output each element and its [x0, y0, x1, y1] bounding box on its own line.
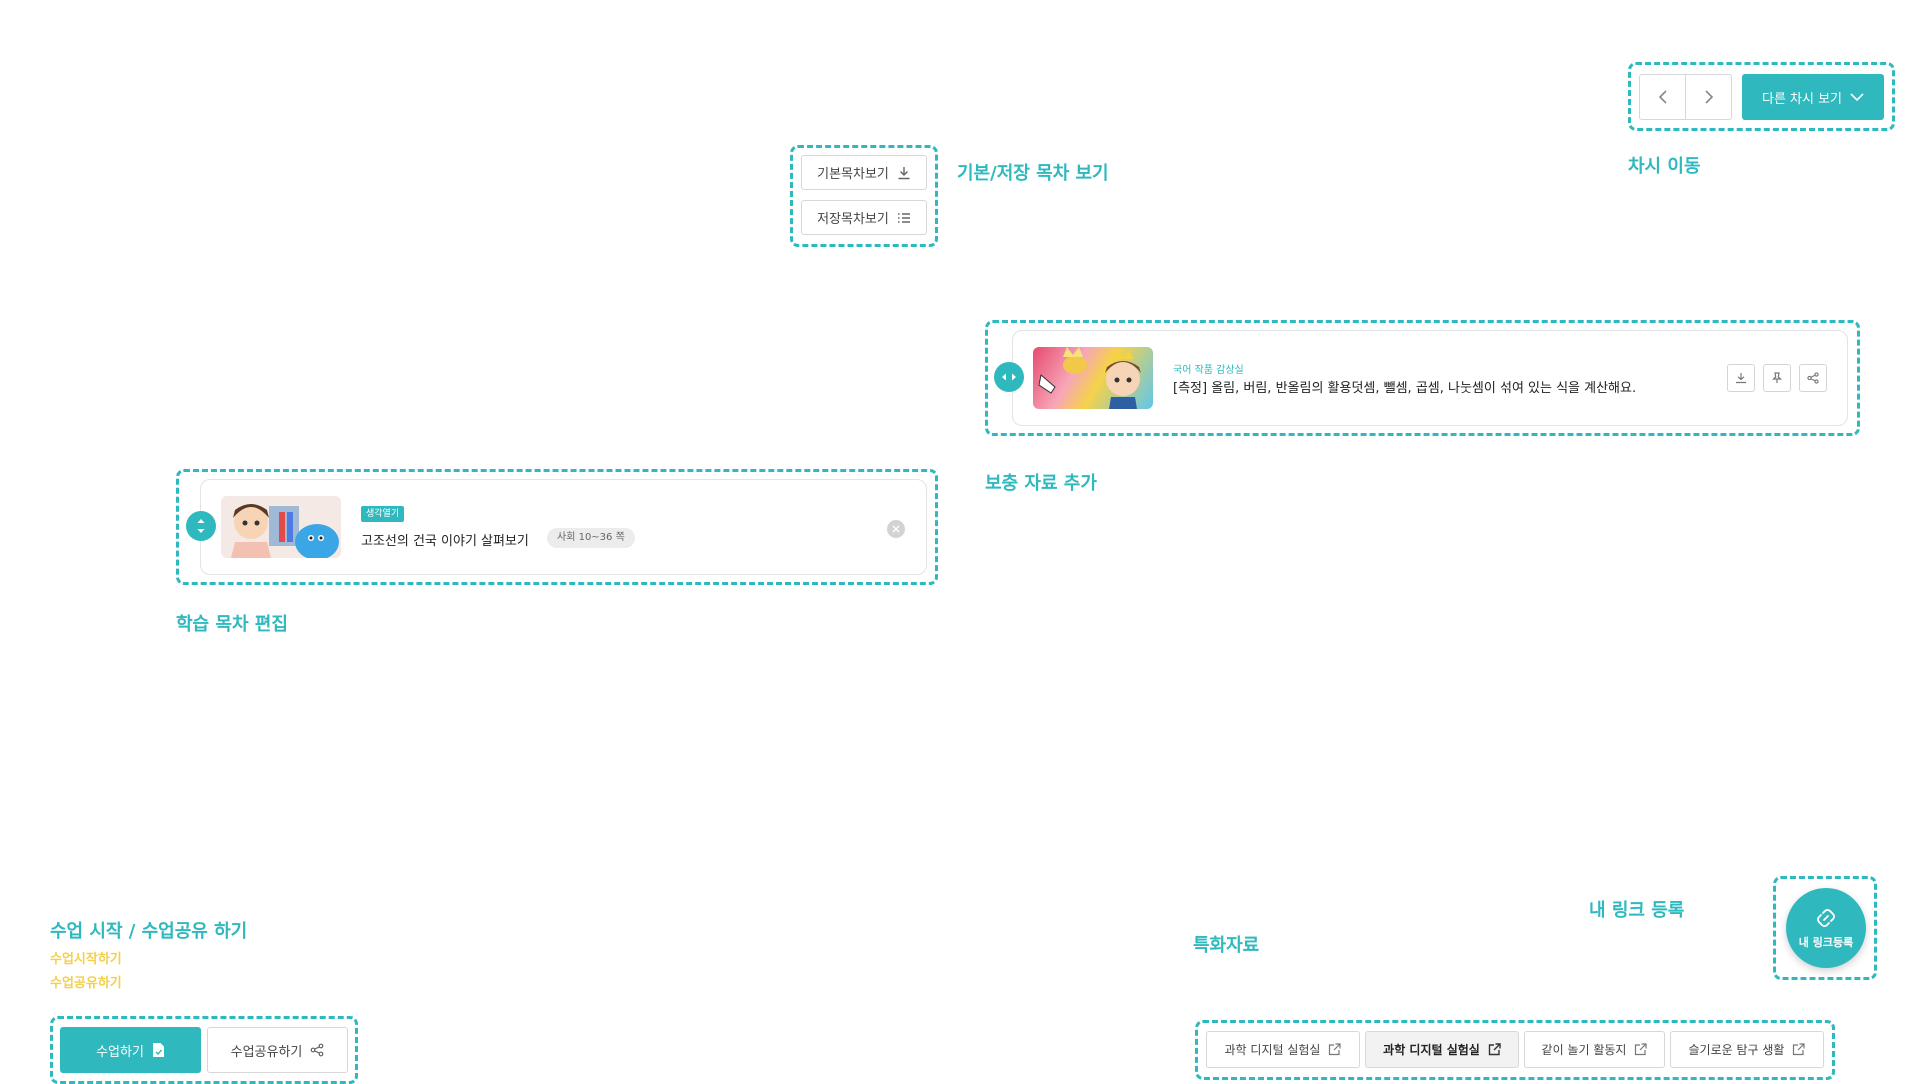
download-icon [897, 166, 911, 180]
annotation-supplement-add: 보충 자료 추가 [985, 473, 1097, 494]
supplement-thumbnail [1033, 347, 1153, 409]
supplement-category: 국어 작품 감상실 [1173, 365, 1244, 376]
list-icon [897, 212, 911, 224]
special-link-label: 같이 놀기 활동지 [1541, 1043, 1627, 1057]
arrows-horizontal-icon [1001, 372, 1017, 382]
supplement-pin-button[interactable] [1763, 364, 1791, 392]
supplement-card: 국어 작품 감상실 [측정] 올림, 버림, 반올림의 활용덧셈, 뺄셈, 곱셈… [1012, 330, 1848, 426]
annotation-toc-edit: 학습 목차 편집 [176, 614, 288, 635]
special-link-label: 과학 디지털 실험실 [1383, 1043, 1480, 1057]
chevron-down-icon [1850, 92, 1864, 102]
external-link-icon [1488, 1043, 1501, 1056]
share-class-button[interactable]: 수업공유하기 [207, 1027, 348, 1073]
toc-remove-button[interactable] [887, 520, 905, 538]
supplement-download-button[interactable] [1727, 364, 1755, 392]
supplement-title: [측정] 올림, 버림, 반올림의 활용덧셈, 뺄셈, 곱셈, 나눗셈이 섞여 … [1173, 381, 1637, 396]
link-icon [1814, 906, 1838, 930]
close-icon [892, 525, 900, 533]
toc-page-tag: 사회 10~36 쪽 [547, 528, 635, 548]
share-icon [1807, 372, 1819, 384]
external-link-icon [1634, 1043, 1648, 1056]
special-link-inquiry-life[interactable]: 슬기로운 탐구 생활 [1670, 1031, 1824, 1068]
saved-toc-button[interactable]: 저장목차보기 [801, 200, 927, 235]
document-icon [152, 1042, 165, 1058]
special-link-science-lab-active[interactable]: 과학 디지털 실험실 [1365, 1031, 1519, 1068]
special-link-science-lab[interactable]: 과학 디지털 실험실 [1206, 1031, 1360, 1068]
start-class-button[interactable]: 수업하기 [60, 1027, 201, 1073]
next-session-button[interactable] [1685, 74, 1732, 120]
annotation-class-share-sub: 수업공유하기 [50, 976, 122, 991]
pin-icon [1771, 372, 1783, 384]
my-link-register-button[interactable]: 내 링크등록 [1786, 888, 1866, 968]
supplement-share-button[interactable] [1799, 364, 1827, 392]
basic-toc-button[interactable]: 기본목차보기 [801, 155, 927, 190]
share-icon [310, 1043, 324, 1057]
download-icon [1735, 372, 1747, 384]
other-session-button[interactable]: 다른 차시 보기 [1742, 74, 1884, 120]
special-link-label: 과학 디지털 실험실 [1224, 1043, 1321, 1057]
external-link-icon [1792, 1043, 1806, 1056]
start-class-label: 수업하기 [96, 1044, 144, 1060]
toc-thumbnail [221, 496, 341, 558]
chevron-right-icon [1704, 89, 1714, 105]
prev-session-button[interactable] [1639, 74, 1686, 120]
toc-badge: 생각열기 [361, 506, 405, 522]
annotation-toc-view: 기본/저장 목차 보기 [957, 163, 1109, 184]
horizontal-drag-handle[interactable] [994, 362, 1024, 392]
external-link-icon [1328, 1043, 1342, 1056]
saved-toc-label: 저장목차보기 [817, 212, 889, 227]
share-class-label: 수업공유하기 [230, 1044, 303, 1060]
annotation-class-start-sub: 수업시작하기 [50, 952, 122, 967]
basic-toc-label: 기본목차보기 [817, 167, 889, 182]
vertical-drag-handle[interactable] [186, 511, 216, 541]
annotation-special-materials: 특화자료 [1193, 935, 1260, 956]
special-link-label: 슬기로운 탐구 생활 [1688, 1043, 1785, 1057]
chevron-left-icon [1658, 89, 1668, 105]
arrows-vertical-icon [196, 518, 206, 534]
toc-item-card: 생각열기 고조선의 건국 이야기 살펴보기 사회 10~36 쪽 [200, 479, 927, 575]
annotation-session-move: 차시 이동 [1628, 156, 1701, 177]
my-link-label: 내 링크등록 [1798, 936, 1854, 949]
annotation-class-start-share: 수업 시작 / 수업공유 하기 [50, 921, 248, 942]
annotation-my-link-register: 내 링크 등록 [1589, 900, 1685, 921]
special-link-play-activity[interactable]: 같이 놀기 활동지 [1524, 1031, 1665, 1068]
other-session-label: 다른 차시 보기 [1761, 91, 1843, 107]
toc-title: 고조선의 건국 이야기 살펴보기 [361, 534, 529, 549]
